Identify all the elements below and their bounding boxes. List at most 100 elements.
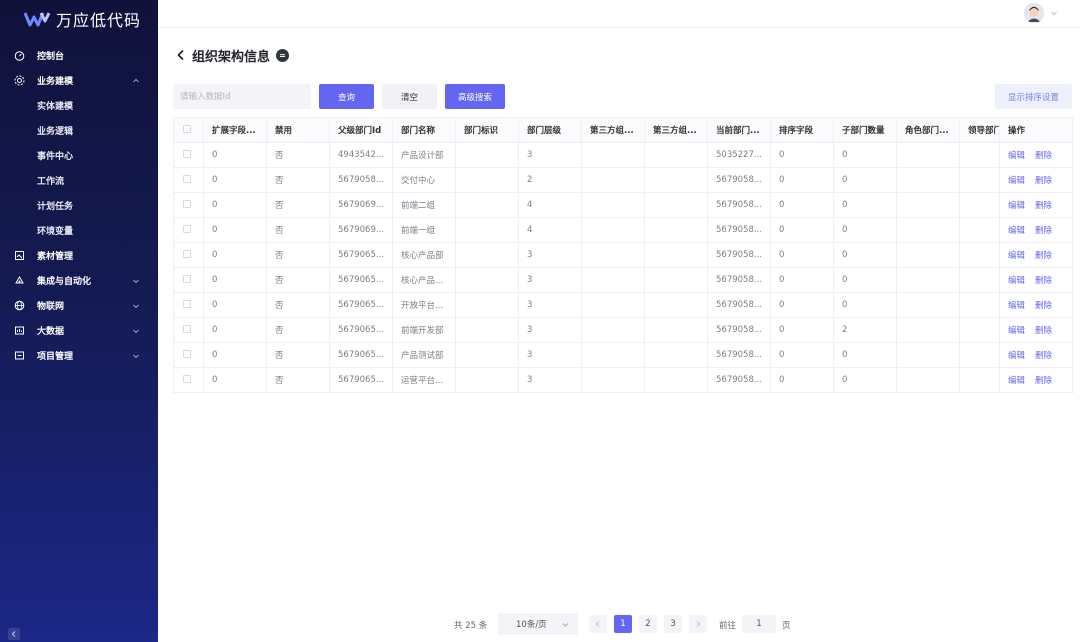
chevron-down-icon <box>133 329 139 333</box>
info-glyph <box>280 53 286 57</box>
table-cell: 5679065... <box>329 317 393 343</box>
delete-link[interactable]: 删除 <box>1035 151 1052 161</box>
sidebar-item-3[interactable]: 集成与自动化 <box>0 268 158 293</box>
sidebar-item-4[interactable]: 物联网 <box>0 293 158 318</box>
logo[interactable]: 万应低代码 <box>0 0 158 38</box>
edit-link[interactable]: 编辑 <box>1008 251 1025 261</box>
table-cell <box>644 367 708 393</box>
submenu-item-3[interactable]: 工作流 <box>0 168 158 193</box>
table-cell: 5679065... <box>329 267 393 293</box>
table-cell <box>455 142 519 168</box>
table-cell: 3 <box>518 267 582 293</box>
advanced-search-button[interactable]: 高级搜索 <box>445 84 505 109</box>
table-cell: 0 <box>203 342 267 368</box>
user-avatar[interactable] <box>1024 3 1044 23</box>
table-cell: 3 <box>518 242 582 268</box>
table-cell: 4 <box>518 217 582 243</box>
show-sort-settings-button[interactable]: 显示排序设置 <box>995 84 1072 109</box>
table-cell <box>581 242 645 268</box>
delete-link[interactable]: 删除 <box>1035 326 1052 336</box>
delete-link[interactable]: 删除 <box>1035 226 1052 236</box>
back-arrow-icon[interactable] <box>176 49 186 61</box>
row-checkbox[interactable] <box>183 174 191 183</box>
table-cell <box>644 317 708 343</box>
edit-link[interactable]: 编辑 <box>1008 201 1025 211</box>
table-cell: 0 <box>770 242 834 268</box>
delete-link[interactable]: 删除 <box>1035 201 1052 211</box>
submenu-item-4[interactable]: 计划任务 <box>0 193 158 218</box>
table-cell: 前端二组 <box>392 192 456 218</box>
table-cell: 0 <box>833 267 897 293</box>
table-cell: 0 <box>833 242 897 268</box>
sidebar-item-label: 控制台 <box>37 52 65 62</box>
chevron-down-icon <box>133 279 139 283</box>
page-size-select[interactable]: 10条/页 <box>498 613 578 635</box>
next-page-button[interactable] <box>689 615 707 633</box>
row-checkbox[interactable] <box>183 224 191 233</box>
edit-link[interactable]: 编辑 <box>1008 176 1025 186</box>
table-cell: 核心产品... <box>392 267 456 293</box>
edit-link[interactable]: 编辑 <box>1008 151 1025 161</box>
edit-link[interactable]: 编辑 <box>1008 376 1025 386</box>
delete-link[interactable]: 删除 <box>1035 376 1052 386</box>
row-checkbox[interactable] <box>183 374 191 383</box>
page-button-1[interactable]: 1 <box>614 615 632 633</box>
delete-link[interactable]: 删除 <box>1035 276 1052 286</box>
submenu-item-2[interactable]: 事件中心 <box>0 143 158 168</box>
info-icon[interactable] <box>276 48 290 62</box>
globe-icon <box>14 300 25 311</box>
column-header: 操作 <box>999 117 1073 143</box>
submenu-item-1[interactable]: 业务逻辑 <box>0 118 158 143</box>
edit-link[interactable]: 编辑 <box>1008 276 1025 286</box>
sidebar-item-1[interactable]: 业务建模 <box>0 68 158 93</box>
sidebar: 万应低代码 控制台业务建模 实体建模 业务逻辑 事件中心 工作流 计划任务 环境变量 素材管理… <box>0 0 158 642</box>
goto-page-input[interactable]: 1 <box>742 615 776 633</box>
row-checkbox[interactable] <box>183 349 191 358</box>
delete-link[interactable]: 删除 <box>1035 301 1052 311</box>
table-cell: 2 <box>833 317 897 343</box>
sidebar-item-6[interactable]: 项目管理 <box>0 343 158 368</box>
submenu-item-5[interactable]: 环境变量 <box>0 218 158 243</box>
delete-link[interactable]: 删除 <box>1035 176 1052 186</box>
row-checkbox[interactable] <box>183 249 191 258</box>
row-checkbox[interactable] <box>183 199 191 208</box>
edit-link[interactable]: 编辑 <box>1008 226 1025 236</box>
row-checkbox[interactable] <box>183 324 191 333</box>
avatar-icon <box>1024 3 1044 23</box>
table-cell <box>455 167 519 193</box>
table-cell <box>896 267 960 293</box>
delete-link[interactable]: 删除 <box>1035 251 1052 261</box>
sidebar-item-2[interactable]: 素材管理 <box>0 243 158 268</box>
delete-link[interactable]: 删除 <box>1035 351 1052 361</box>
table-cell: 3 <box>518 142 582 168</box>
query-button[interactable]: 查询 <box>319 84 374 109</box>
edit-link[interactable]: 编辑 <box>1008 351 1025 361</box>
table-cell <box>644 142 708 168</box>
chevron-left-icon <box>595 621 600 627</box>
sidebar-item-0[interactable]: 控制台 <box>0 43 158 68</box>
page-button-2[interactable]: 2 <box>639 615 657 633</box>
table-cell: 否 <box>266 167 330 193</box>
table-cell: 0 <box>833 292 897 318</box>
clear-button[interactable]: 清空 <box>382 84 437 109</box>
column-header: 部门层级 <box>518 117 582 143</box>
table-body: 0 否 4943542... 产品设计部 3 5035227... 0 0 编辑 删除 0 否 5679… <box>173 142 1073 393</box>
submenu-item-0[interactable]: 实体建模 <box>0 93 158 118</box>
table-cell: 否 <box>266 292 330 318</box>
table-cell <box>896 292 960 318</box>
chevron-down-icon <box>133 304 139 308</box>
page-button-3[interactable]: 3 <box>664 615 682 633</box>
prev-page-button[interactable] <box>589 615 607 633</box>
sidebar-item-5[interactable]: 大数据 <box>0 318 158 343</box>
row-checkbox[interactable] <box>183 299 191 308</box>
edit-link[interactable]: 编辑 <box>1008 326 1025 336</box>
row-checkbox[interactable] <box>183 149 191 158</box>
chevron-down-icon[interactable] <box>1050 9 1058 17</box>
table-cell: 0 <box>203 242 267 268</box>
dashboard-icon <box>14 50 25 61</box>
table-cell: 0 <box>833 217 897 243</box>
select-all-checkbox[interactable] <box>183 124 191 133</box>
search-input[interactable] <box>173 84 311 109</box>
row-checkbox[interactable] <box>183 274 191 283</box>
edit-link[interactable]: 编辑 <box>1008 301 1025 311</box>
